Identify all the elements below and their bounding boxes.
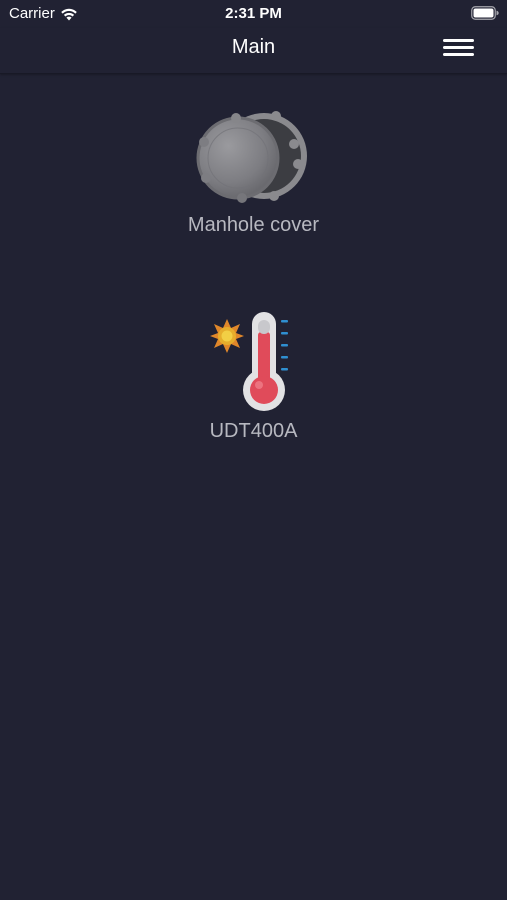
thermometer-icon <box>209 312 288 411</box>
device-label-manhole-cover: Manhole cover <box>187 214 320 236</box>
device-label-udt400a: UDT400A <box>209 420 298 442</box>
status-bar: Carrier 2:31 PM <box>0 0 507 28</box>
status-time: 2:31 PM <box>225 5 282 22</box>
device-item-manhole-cover[interactable]: Manhole cover <box>0 104 507 237</box>
manhole-cover-icon <box>196 111 307 203</box>
navigation-bar: Main <box>0 28 507 74</box>
hamburger-menu-icon[interactable] <box>443 37 475 59</box>
device-item-udt400a[interactable]: UDT400A <box>0 310 507 443</box>
page-title: Main <box>231 36 276 58</box>
battery-icon <box>471 6 499 20</box>
